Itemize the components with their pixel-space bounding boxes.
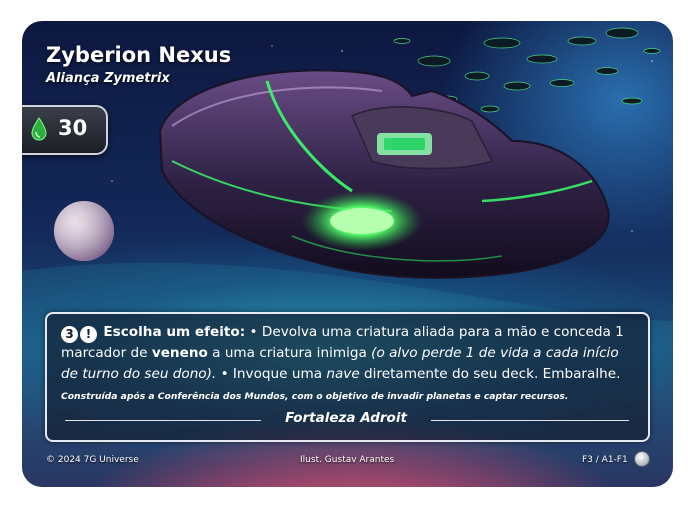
drop-icon — [31, 117, 47, 141]
flavor-text: Construída após a Conferência dos Mundos… — [61, 391, 569, 402]
card-faction: Aliança Zymetrix — [46, 71, 170, 86]
keyword-poison: veneno — [151, 345, 208, 361]
rules-textbox: 3! Escolha um efeito: • Devolva uma cria… — [45, 312, 650, 442]
rules-text: 3! Escolha um efeito: • Devolva uma cria… — [61, 322, 639, 407]
cost-badge: 30 — [22, 105, 108, 155]
rules-part-4: diretamente do seu deck. Embaralhe. — [359, 366, 621, 382]
rarity-icon — [634, 451, 650, 467]
keyword-ship: nave — [326, 366, 360, 382]
divider-left — [65, 420, 261, 421]
set-name: Fortaleza Adroit — [285, 410, 407, 426]
illustrator-credit: Ilust. Gustav Arantes — [300, 455, 395, 465]
cost-number-badge: 3 — [61, 326, 78, 343]
divider-right — [431, 420, 629, 421]
rules-part-3: • Invoque uma — [216, 366, 327, 382]
card-title: Zyberion Nexus — [46, 43, 232, 67]
collector-number: F3 / A1-F1 — [582, 455, 628, 465]
game-card[interactable]: Zyberion Nexus Aliança Zymetrix 30 3! Es… — [22, 21, 673, 487]
rules-lead: Escolha um efeito: — [103, 324, 246, 340]
copyright: © 2024 7G Universe — [46, 455, 139, 465]
cost-value: 30 — [58, 116, 88, 140]
rules-part-2: a uma criatura inimiga — [207, 345, 372, 361]
alert-icon: ! — [80, 326, 97, 343]
